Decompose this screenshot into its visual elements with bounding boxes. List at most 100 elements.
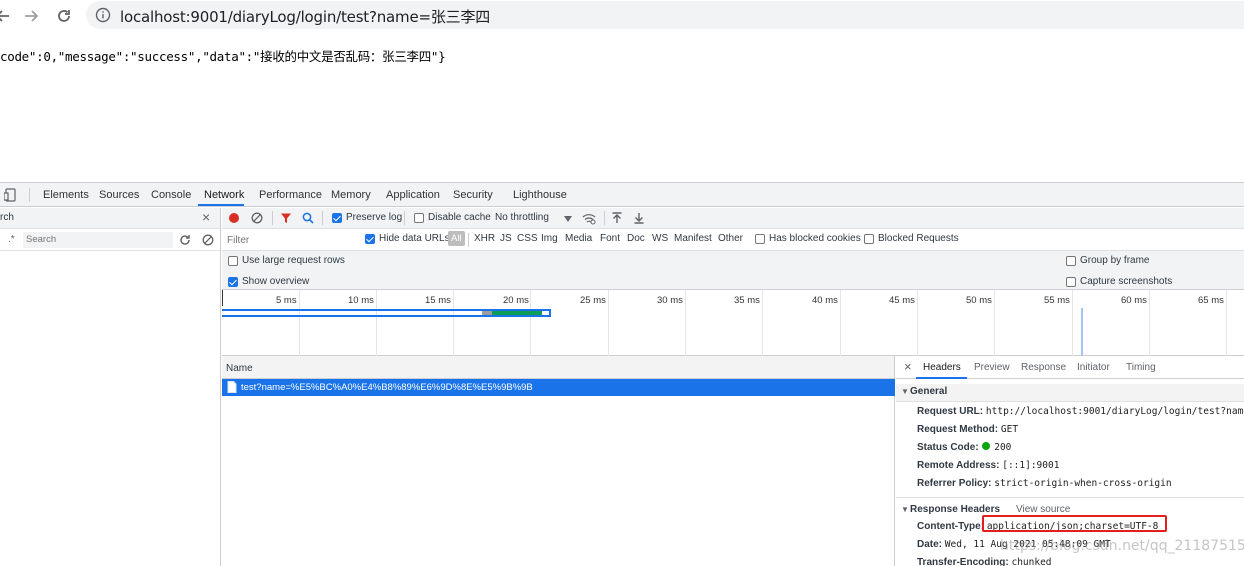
- type-filter-ws[interactable]: WS: [652, 233, 668, 244]
- has-blocked-cookies-checkbox[interactable]: [755, 234, 765, 244]
- close-details-icon[interactable]: ×: [904, 359, 912, 374]
- disable-cache-label[interactable]: Disable cache: [428, 212, 491, 223]
- request-list-body: [222, 396, 895, 566]
- tab-lighthouse[interactable]: Lighthouse: [513, 189, 567, 201]
- tick-label: 25 ms: [580, 295, 606, 306]
- filter-input[interactable]: Filter: [224, 232, 355, 248]
- tab-network[interactable]: Network: [204, 189, 244, 201]
- large-rows-checkbox[interactable]: [228, 256, 238, 266]
- triangle-down-icon: ▼: [901, 387, 909, 396]
- load-event-line: [1081, 308, 1083, 356]
- filter-placeholder: Filter: [227, 235, 250, 246]
- group-by-frame-label[interactable]: Group by frame: [1080, 255, 1149, 266]
- chevron-down-icon[interactable]: [564, 216, 572, 222]
- disable-cache-checkbox[interactable]: [414, 213, 424, 223]
- url-text[interactable]: localhost:9001/diaryLog/login/test?name=…: [120, 6, 490, 27]
- tick-label: 15 ms: [425, 295, 451, 306]
- tab-console[interactable]: Console: [151, 189, 191, 201]
- network-conditions-icon[interactable]: [582, 213, 596, 225]
- request-list-header[interactable]: Name: [222, 356, 895, 379]
- general-row: Request Method: GET: [917, 424, 1019, 435]
- tab-security[interactable]: Security: [453, 189, 493, 201]
- tab-performance[interactable]: Performance: [259, 189, 322, 201]
- timeline-gridline: [376, 290, 377, 356]
- blocked-requests-checkbox[interactable]: [864, 234, 874, 244]
- table-row[interactable]: test?name=%E5%BC%A0%E4%B8%89%E6%9D%8E%E5…: [222, 379, 895, 396]
- document-icon: [227, 381, 237, 393]
- hide-data-urls-label[interactable]: Hide data URLs: [379, 233, 450, 244]
- blocked-requests-label[interactable]: Blocked Requests: [878, 233, 959, 244]
- back-arrow-icon: [0, 10, 9, 22]
- regex-toggle[interactable]: .*: [8, 234, 15, 245]
- show-overview-checkbox[interactable]: [228, 277, 238, 287]
- reload-button[interactable]: [53, 5, 75, 27]
- capture-screenshots-checkbox[interactable]: [1066, 277, 1076, 287]
- view-source-link[interactable]: View source: [1016, 504, 1070, 515]
- import-har-icon[interactable]: [611, 212, 623, 224]
- toolbar-divider: [604, 211, 605, 225]
- toolbar-divider: [322, 211, 323, 225]
- type-filter-js[interactable]: JS: [500, 233, 512, 244]
- response-header-row: Transfer-Encoding: chunked: [917, 557, 1052, 566]
- detail-tab-bar: × Headers Preview Response Initiator Tim…: [896, 356, 1244, 379]
- capture-screenshots-label[interactable]: Capture screenshots: [1080, 276, 1172, 287]
- device-toolbar-icon[interactable]: [4, 188, 18, 202]
- search-icon[interactable]: [302, 212, 314, 224]
- tick-label: 50 ms: [966, 295, 992, 306]
- group-by-frame-checkbox[interactable]: [1066, 256, 1076, 266]
- forward-button[interactable]: [20, 5, 42, 27]
- timeline-gridline: [299, 290, 300, 356]
- request-details: × Headers Preview Response Initiator Tim…: [896, 356, 1244, 566]
- tab-initiator[interactable]: Initiator: [1077, 362, 1110, 373]
- request-name[interactable]: test?name=%E5%BC%A0%E4%B8%89%E6%9D%8E%E5…: [241, 382, 533, 393]
- tab-headers[interactable]: Headers: [923, 362, 961, 373]
- type-filter-font[interactable]: Font: [600, 233, 620, 244]
- info-icon[interactable]: [95, 7, 111, 23]
- tab-response[interactable]: Response: [1021, 362, 1066, 373]
- type-filter-all[interactable]: All: [448, 231, 465, 246]
- general-row: Referrer Policy: strict-origin-when-cros…: [917, 478, 1172, 489]
- refresh-search-icon[interactable]: [179, 234, 191, 246]
- tab-application[interactable]: Application: [386, 189, 440, 201]
- large-rows-label[interactable]: Use large request rows: [242, 255, 345, 266]
- tab-preview[interactable]: Preview: [974, 362, 1010, 373]
- tick-label: 10 ms: [348, 295, 374, 306]
- timeline-request-bar: [222, 309, 551, 317]
- timeline-gridline: [762, 290, 763, 356]
- headers-tab-indicator: [916, 377, 967, 379]
- filter-icon[interactable]: [280, 212, 292, 224]
- address-bar[interactable]: localhost:9001/diaryLog/login/test?name=…: [86, 1, 1244, 29]
- general-section-header[interactable]: ▼ General: [896, 384, 1244, 402]
- throttling-select[interactable]: No throttling: [495, 212, 549, 223]
- close-search-icon[interactable]: ×: [202, 209, 210, 225]
- preserve-log-checkbox[interactable]: [332, 213, 342, 223]
- show-overview-label[interactable]: Show overview: [242, 276, 309, 287]
- clear-icon[interactable]: [251, 212, 263, 224]
- search-drawer: rch × .* Search: [0, 208, 221, 566]
- type-filter-css[interactable]: CSS: [517, 233, 538, 244]
- tab-memory[interactable]: Memory: [331, 189, 371, 201]
- back-button[interactable]: [0, 5, 14, 27]
- name-column-header[interactable]: Name: [226, 363, 253, 374]
- reload-icon: [58, 10, 70, 22]
- tab-timing[interactable]: Timing: [1126, 362, 1156, 373]
- browser-toolbar: localhost:9001/diaryLog/login/test?name=…: [0, 0, 1244, 32]
- search-input[interactable]: Search: [23, 232, 173, 248]
- hide-data-urls-checkbox[interactable]: [365, 234, 375, 244]
- timeline-gridline: [530, 290, 531, 356]
- clear-search-icon[interactable]: [202, 234, 214, 246]
- type-filter-manifest[interactable]: Manifest: [674, 233, 712, 244]
- preserve-log-label[interactable]: Preserve log: [346, 212, 402, 223]
- tab-sources[interactable]: Sources: [99, 189, 139, 201]
- type-filter-img[interactable]: Img: [541, 233, 558, 244]
- export-har-icon[interactable]: [633, 212, 645, 224]
- type-filter-other[interactable]: Other: [718, 233, 743, 244]
- record-icon[interactable]: [228, 212, 240, 224]
- tab-elements[interactable]: Elements: [43, 189, 89, 201]
- timeline-overview[interactable]: 5 ms 10 ms 15 ms 20 ms 25 ms 30 ms 35 ms…: [222, 290, 1244, 356]
- type-filter-xhr[interactable]: XHR: [474, 233, 495, 244]
- type-filter-doc[interactable]: Doc: [627, 233, 645, 244]
- filter-bar: Filter Hide data URLs All XHR JS CSS Img…: [222, 229, 1244, 251]
- type-filter-media[interactable]: Media: [565, 233, 592, 244]
- has-blocked-cookies-label[interactable]: Has blocked cookies: [769, 233, 861, 244]
